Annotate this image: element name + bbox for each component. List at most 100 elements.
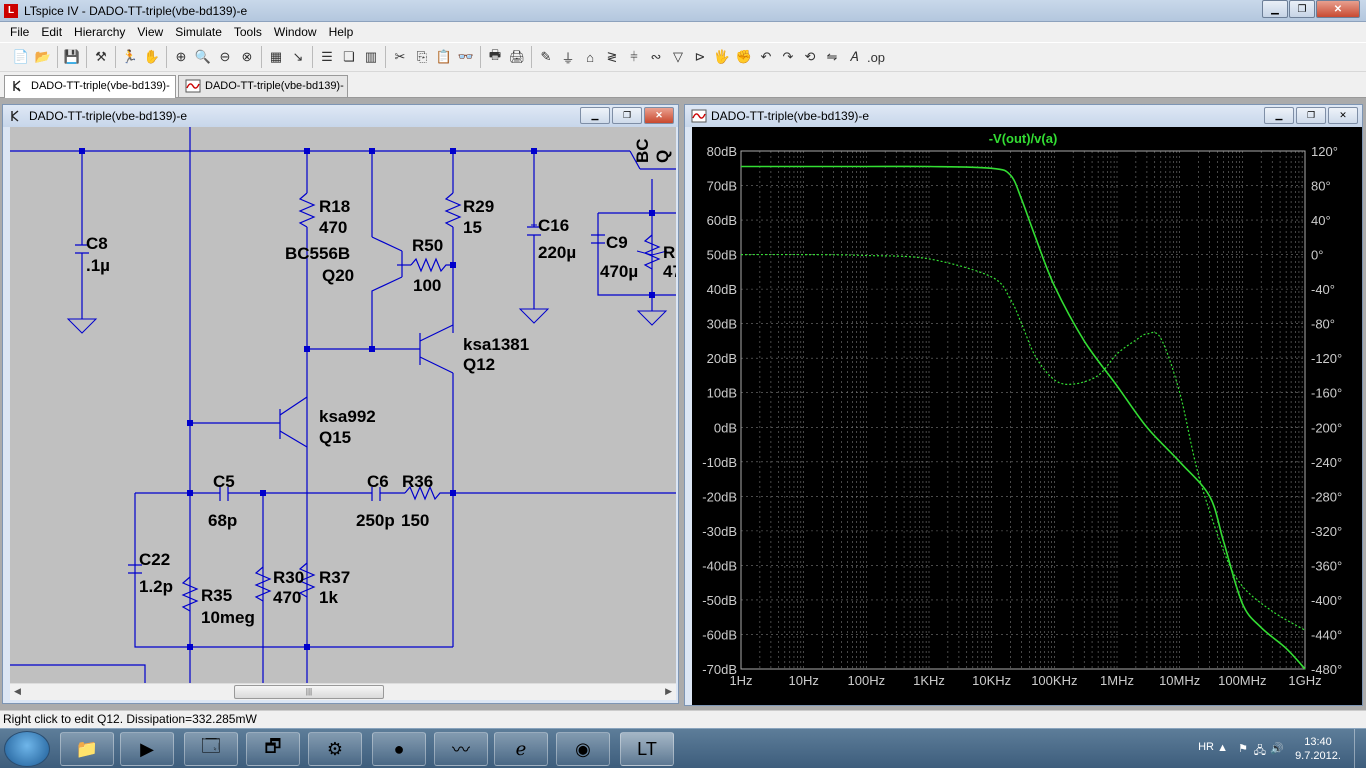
ground-icon[interactable]: ⏚ [557, 46, 579, 68]
label-c16[interactable]: C16 [538, 216, 569, 235]
zoom-out-icon[interactable]: ⊖ [214, 46, 236, 68]
magnitude-trace[interactable] [740, 165, 1306, 670]
waveform-close-button[interactable]: ✕ [1328, 107, 1358, 124]
menu-hierarchy[interactable]: Hierarchy [68, 25, 131, 39]
waveform-minimize-button[interactable]: ▁ [1264, 107, 1294, 124]
language-indicator[interactable]: HR [1198, 741, 1214, 753]
spice-directive-icon[interactable]: .op [865, 46, 887, 68]
diode-icon[interactable]: ▽ [667, 46, 689, 68]
window-taskbar-icon[interactable]: 🗗 [246, 732, 300, 766]
internet-explorer-taskbar-icon[interactable]: ℯ [494, 732, 548, 766]
scroll-right-icon[interactable]: ▶ [665, 686, 672, 697]
value-r29[interactable]: 15 [463, 218, 482, 237]
value-r-partial[interactable]: 47 [663, 262, 676, 281]
label-r29[interactable]: R29 [463, 197, 494, 216]
label-r35[interactable]: R35 [201, 586, 232, 605]
open-schematic-icon[interactable]: 📄 [10, 46, 32, 68]
scroll-left-icon[interactable]: ◀ [14, 686, 21, 697]
resistor-icon[interactable]: ≷ [601, 46, 623, 68]
value-c9[interactable]: 470µ [600, 262, 638, 281]
menu-tools[interactable]: Tools [228, 25, 268, 39]
copy-icon[interactable]: ⎘ [411, 46, 433, 68]
find-icon[interactable]: 👓 [455, 46, 477, 68]
antivirus-taskbar-icon[interactable]: ● [372, 732, 426, 766]
value-r30[interactable]: 470 [273, 588, 301, 607]
print-icon[interactable]: 🖨 [506, 46, 528, 68]
zoom-in-icon[interactable]: ⊕ [170, 46, 192, 68]
label-bc556b[interactable]: BC556B [285, 244, 350, 263]
move-hand-icon[interactable]: 🖐 [711, 46, 733, 68]
label-r18[interactable]: R18 [319, 197, 350, 216]
schematic-canvas[interactable]: C8 .1µ R18 470 BC556B Q20 R29 15 R50 100… [10, 127, 676, 683]
show-hidden-icons-icon[interactable]: ▲ [1217, 742, 1228, 754]
network-icon[interactable]: 🖧 [1254, 742, 1266, 761]
label-c8[interactable]: C8 [86, 234, 108, 253]
menu-help[interactable]: Help [323, 25, 360, 39]
label-q12[interactable]: Q12 [463, 355, 495, 374]
fan-taskbar-icon[interactable]: ⚙ [308, 732, 362, 766]
label-ksa1381[interactable]: ksa1381 [463, 335, 529, 354]
label-r-partial[interactable]: R [663, 243, 675, 262]
cut-icon[interactable]: ✂ [389, 46, 411, 68]
value-c6[interactable]: 250p [356, 511, 395, 530]
app-taskbar-icon[interactable]: 🗔 [184, 732, 238, 766]
minimize-button[interactable]: ▁ [1262, 0, 1288, 18]
schematic-close-button[interactable]: ✕ [644, 107, 674, 124]
open-folder-icon[interactable]: 📂 [32, 46, 54, 68]
clock[interactable]: 13:40 9.7.2012. [1290, 735, 1346, 763]
label-c22[interactable]: C22 [139, 550, 170, 569]
close-button[interactable]: ✕ [1316, 0, 1360, 18]
ltspice-taskbar-icon[interactable]: LT [620, 732, 674, 766]
rotate-icon[interactable]: ⟲ [799, 46, 821, 68]
schematic-horizontal-scrollbar[interactable]: ◀ ||| ▶ [10, 683, 676, 700]
inductor-icon[interactable]: ∾ [645, 46, 667, 68]
tab-schematic[interactable]: DADO-TT-triple(vbe-bd139)-e [4, 75, 176, 112]
drag-hand-icon[interactable]: ✊ [733, 46, 755, 68]
value-r36[interactable]: 150 [401, 511, 429, 530]
label-bc-partial[interactable]: BC [633, 138, 652, 163]
label-ksa992[interactable]: ksa992 [319, 407, 376, 426]
value-r50[interactable]: 100 [413, 276, 441, 295]
label-c5[interactable]: C5 [213, 472, 235, 491]
tile-vertical-icon[interactable]: ▥ [360, 46, 382, 68]
menu-file[interactable]: File [4, 25, 35, 39]
value-r35[interactable]: 10meg [201, 608, 255, 627]
explorer-taskbar-icon[interactable]: 📁 [60, 732, 114, 766]
volume-icon[interactable]: 🔊 [1270, 742, 1284, 755]
run-icon[interactable]: 🏃 [119, 46, 141, 68]
menu-simulate[interactable]: Simulate [169, 25, 228, 39]
text-icon[interactable]: 𝐴 [843, 46, 865, 68]
redo-icon[interactable]: ↷ [777, 46, 799, 68]
label-q20[interactable]: Q20 [322, 266, 354, 285]
start-button[interactable] [4, 731, 50, 767]
capacitor-icon[interactable]: ⫩ [623, 46, 645, 68]
scrollbar-thumb[interactable]: ||| [234, 685, 384, 699]
control-panel-icon[interactable]: ⚒ [90, 46, 112, 68]
mirror-icon[interactable]: ⇋ [821, 46, 843, 68]
print-preview-icon[interactable]: 🖶 [484, 46, 506, 68]
undo-icon[interactable]: ↶ [755, 46, 777, 68]
value-r37[interactable]: 1k [319, 588, 338, 607]
label-net-icon[interactable]: ⌂ [579, 46, 601, 68]
schematic-minimize-button[interactable]: ▁ [580, 107, 610, 124]
menu-view[interactable]: View [131, 25, 169, 39]
cursor-icon[interactable]: ↘ [287, 46, 309, 68]
label-r37[interactable]: R37 [319, 568, 350, 587]
label-r50[interactable]: R50 [412, 236, 443, 255]
tile-horizontal-icon[interactable]: ☰ [316, 46, 338, 68]
label-r36[interactable]: R36 [402, 472, 433, 491]
oscilloscope-taskbar-icon[interactable]: 〰 [434, 732, 488, 766]
value-c8[interactable]: .1µ [86, 256, 110, 275]
label-c6[interactable]: C6 [367, 472, 389, 491]
save-icon[interactable]: 💾 [61, 46, 83, 68]
label-q-partial[interactable]: Q [653, 150, 672, 163]
trace-label[interactable]: -V(out)/v(a) [989, 131, 1058, 146]
show-desktop-button[interactable] [1354, 729, 1366, 768]
phase-trace[interactable] [740, 253, 1306, 631]
waveform-restore-button[interactable]: ❐ [1296, 107, 1326, 124]
paste-icon[interactable]: 📋 [433, 46, 455, 68]
label-c9[interactable]: C9 [606, 233, 628, 252]
menu-edit[interactable]: Edit [35, 25, 68, 39]
value-c16[interactable]: 220µ [538, 243, 576, 262]
waveform-plot[interactable]: 80dB 70dB 60dB 50dB 40dB 30dB 20dB 10dB 0dB -10dB… [692, 127, 1362, 705]
